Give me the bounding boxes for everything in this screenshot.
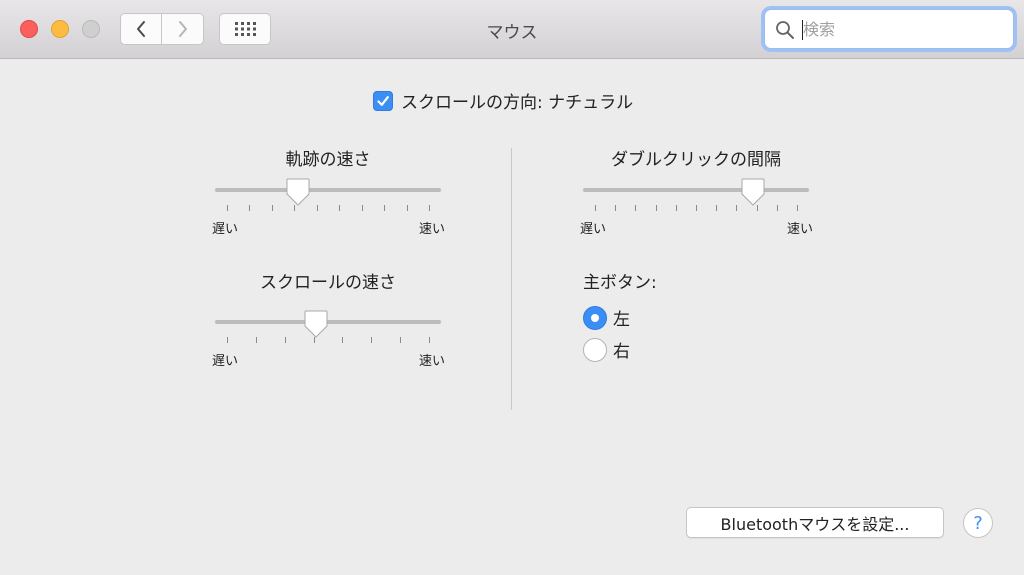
primary-button-label: 主ボタン: (583, 273, 657, 293)
slider-min-label: 遅い (580, 222, 607, 237)
slider-tick (271, 205, 273, 211)
primary-right-option[interactable]: 右 (583, 337, 630, 362)
search-input[interactable] (803, 16, 993, 42)
chevron-right-icon (178, 21, 187, 37)
slider-track (583, 188, 809, 192)
slider-tick (406, 205, 408, 211)
slider-tick (736, 205, 738, 211)
radio-right[interactable] (583, 337, 607, 362)
slider-tick (696, 205, 697, 211)
help-button[interactable]: ? (963, 508, 993, 538)
slider-tick (255, 337, 257, 343)
grid-icon (235, 22, 256, 36)
slider-tick (595, 205, 596, 211)
forward-button[interactable] (162, 13, 204, 45)
navigation-buttons (120, 13, 204, 45)
slider-tick (284, 337, 286, 343)
setup-bluetooth-mouse-button[interactable]: Bluetoothマウスを設定... (686, 507, 944, 538)
slider-tick (429, 337, 430, 343)
slider-tick (655, 205, 657, 211)
slider-thumb[interactable] (304, 310, 328, 338)
slider-tick (776, 205, 778, 211)
slider-tick (227, 205, 228, 211)
window-title: マウス (486, 23, 538, 43)
checkmark-icon (377, 95, 389, 106)
radio-right-label: 右 (613, 342, 630, 362)
tracking-speed-slider[interactable]: 遅い 速い (212, 178, 445, 240)
primary-left-option[interactable]: 左 (583, 305, 630, 330)
slider-tick (675, 205, 677, 211)
double-click-speed-slider[interactable]: 遅い 速い (580, 178, 813, 240)
column-divider (511, 148, 512, 410)
slider-tick (361, 205, 363, 211)
search-field[interactable] (764, 9, 1014, 49)
slider-tick (227, 337, 228, 343)
slider-tick (756, 205, 758, 211)
slider-track (215, 320, 441, 324)
slider-tick (339, 205, 341, 211)
slider-tick (342, 337, 344, 343)
slider-tick (294, 205, 296, 211)
slider-tick (797, 205, 798, 211)
slider-thumb[interactable] (286, 178, 310, 206)
slider-tick (384, 205, 386, 211)
slider-thumb[interactable] (741, 178, 765, 206)
slider-tick (635, 205, 637, 211)
tracking-speed-title: 軌跡の速さ (285, 150, 371, 170)
close-button[interactable] (20, 20, 38, 38)
slider-tick (429, 205, 430, 211)
minimize-button[interactable] (51, 20, 69, 38)
scroll-direction-option[interactable]: スクロールの方向: ナチュラル (373, 88, 633, 113)
slider-tick (400, 337, 402, 343)
slider-tick (371, 337, 373, 343)
search-icon (776, 21, 794, 39)
slider-min-label: 遅い (212, 222, 239, 237)
radio-left[interactable] (583, 305, 607, 330)
scroll-direction-label: スクロールの方向: ナチュラル (401, 93, 634, 113)
back-button[interactable] (120, 13, 162, 45)
slider-max-label: 速い (786, 222, 813, 237)
slider-tick (249, 205, 251, 211)
title-bar: マウス (0, 0, 1024, 59)
scroll-direction-checkbox[interactable] (373, 90, 393, 111)
slider-tick (615, 205, 617, 211)
slider-tick (313, 337, 315, 343)
radio-dot (591, 313, 599, 322)
preferences-window: マウス スクロールの方向: ナチュラル 軌跡の速さ 遅い 速い スクロールの速さ (0, 0, 1024, 575)
slider-max-label: 速い (418, 222, 445, 237)
slider-min-label: 遅い (212, 354, 239, 369)
scroll-speed-slider[interactable]: 遅い 速い (212, 310, 445, 372)
zoom-button[interactable] (82, 20, 100, 38)
double-click-speed-title: ダブルクリックの間隔 (611, 150, 781, 170)
slider-tick (316, 205, 318, 211)
slider-tick (716, 205, 718, 211)
scroll-speed-title: スクロールの速さ (260, 273, 396, 293)
show-all-button[interactable] (219, 13, 271, 45)
radio-left-label: 左 (613, 310, 630, 330)
chevron-left-icon (137, 21, 145, 37)
slider-track (215, 188, 441, 192)
slider-max-label: 速い (418, 354, 445, 369)
